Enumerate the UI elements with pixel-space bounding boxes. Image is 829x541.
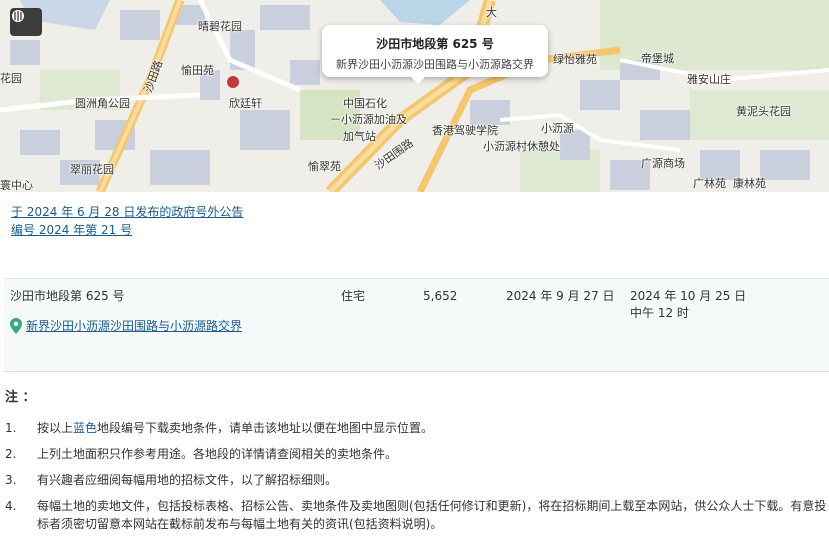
note-number: 1. — [5, 421, 17, 435]
note-item: 4. 每幅土地的卖地文件，包括投标表格、招标公告、卖地条件及卖地图则(包括任何修… — [5, 497, 829, 533]
map-fullscreen-button[interactable] — [10, 8, 42, 36]
note-item: 3. 有兴趣者应细阅每幅用地的招标文件，以了解招标细则。 — [5, 471, 829, 489]
lot-date-2: 2024 年 10 月 25 日 — [630, 289, 747, 303]
table-row: 沙田市地段第 625 号 新界沙田小沥源沙田围路与小沥源路交界 住宅 5,652… — [4, 278, 829, 372]
gazette-link-line1[interactable]: 于 2024 年 6 月 28 日发布的政府号外公告 — [11, 203, 243, 221]
map-label: 小沥源 — [541, 122, 574, 135]
map-label: 小沥源村休憩处 — [483, 140, 560, 153]
popup-title: 沙田市地段第 625 号 — [376, 37, 494, 51]
map-label: 绿怡雅苑 — [553, 53, 597, 66]
popup-tail — [410, 76, 426, 84]
map-label: 广源商场 — [641, 157, 685, 170]
map-pin-icon — [10, 318, 22, 334]
note-item: 1. 按以上蓝色地段编号下载卖地条件，请单击该地址以便在地图中显示位置。 — [5, 419, 829, 437]
note-item: 2. 上列土地面积只作参考用途。各地段的详情请查阅相关的卖地条件。 — [5, 445, 829, 463]
note-number: 2. — [5, 447, 17, 461]
map-label: 寰中心 — [0, 179, 33, 192]
map-label: 广林苑 — [693, 177, 726, 190]
map-layers-icon — [12, 10, 24, 22]
lot-location-link[interactable]: 新界沙田小沥源沙田围路与小沥源路交界 — [26, 317, 246, 335]
popup-subtitle: 新界沙田小沥源沙田围路与小沥源路交界 — [336, 58, 534, 71]
note-text-post: 地段编号下载卖地条件，请单击该地址以便在地图中显示位置。 — [97, 421, 434, 435]
map-label: 花园 — [0, 72, 22, 85]
map-label: 加气站 — [343, 130, 376, 143]
map-label: 帝堡城 — [641, 52, 674, 65]
lot-time: 中午 12 时 — [630, 306, 689, 320]
map-label: 愉翠苑 — [308, 160, 341, 173]
lot-area: 5,652 — [423, 289, 458, 303]
map-label: 圆洲角公园 — [75, 97, 130, 110]
note-number: 4. — [5, 499, 17, 513]
map-label: 愉田苑 — [181, 64, 214, 77]
map-label: 大 — [486, 6, 497, 19]
lot-date-1: 2024 年 9 月 27 日 — [506, 289, 615, 303]
gazette-link-line2[interactable]: 编号 2024 年第 21 号 — [11, 221, 243, 239]
map-view[interactable]: 晴碧花园 愉田苑 沙田路 欣廷轩 花园 圆洲角公园 中国石化 －小沥源加油及 加… — [0, 0, 829, 192]
map-popup: 沙田市地段第 625 号 新界沙田小沥源沙田围路与小沥源路交界 — [322, 25, 548, 84]
map-label: 欣廷轩 — [229, 97, 262, 110]
map-label: 香港驾驶学院 — [432, 124, 498, 137]
notes-title: 注 ： — [5, 390, 36, 405]
notes-section: 注 ： 1. 按以上蓝色地段编号下载卖地条件，请单击该地址以便在地图中显示位置。… — [5, 386, 829, 541]
map-label: 康林苑 — [733, 177, 766, 190]
map-label: 晴碧花园 — [198, 20, 242, 33]
note-text: 上列土地面积只作参考用途。各地段的详情请查阅相关的卖地条件。 — [37, 447, 398, 461]
note-text: 每幅土地的卖地文件，包括投标表格、招标公告、卖地条件及卖地图则(包括任何修订和更… — [37, 499, 827, 531]
note-text-blue: 蓝色 — [73, 421, 98, 435]
map-label: 黄泥头花园 — [736, 105, 791, 118]
note-text-pre: 按以上 — [37, 421, 74, 435]
lot-name: 沙田市地段第 625 号 — [10, 289, 125, 303]
map-label: 雅安山庄 — [687, 73, 731, 86]
map-label: －小沥源加油及 — [330, 113, 407, 126]
map-label: 中国石化 — [343, 97, 387, 110]
note-text: 按以上蓝色地段编号下载卖地条件，请单击该地址以便在地图中显示位置。 — [37, 419, 829, 437]
map-label: 翠丽花园 — [70, 163, 114, 176]
lot-use: 住宅 — [341, 289, 366, 303]
gazette-announcement: 于 2024 年 6 月 28 日发布的政府号外公告 编号 2024 年第 21… — [11, 203, 243, 239]
lot-location: 新界沙田小沥源沙田围路与小沥源路交界 — [10, 317, 246, 335]
note-text: 有兴趣者应细阅每幅用地的招标文件，以了解招标细则。 — [37, 473, 338, 487]
note-number: 3. — [5, 473, 17, 487]
